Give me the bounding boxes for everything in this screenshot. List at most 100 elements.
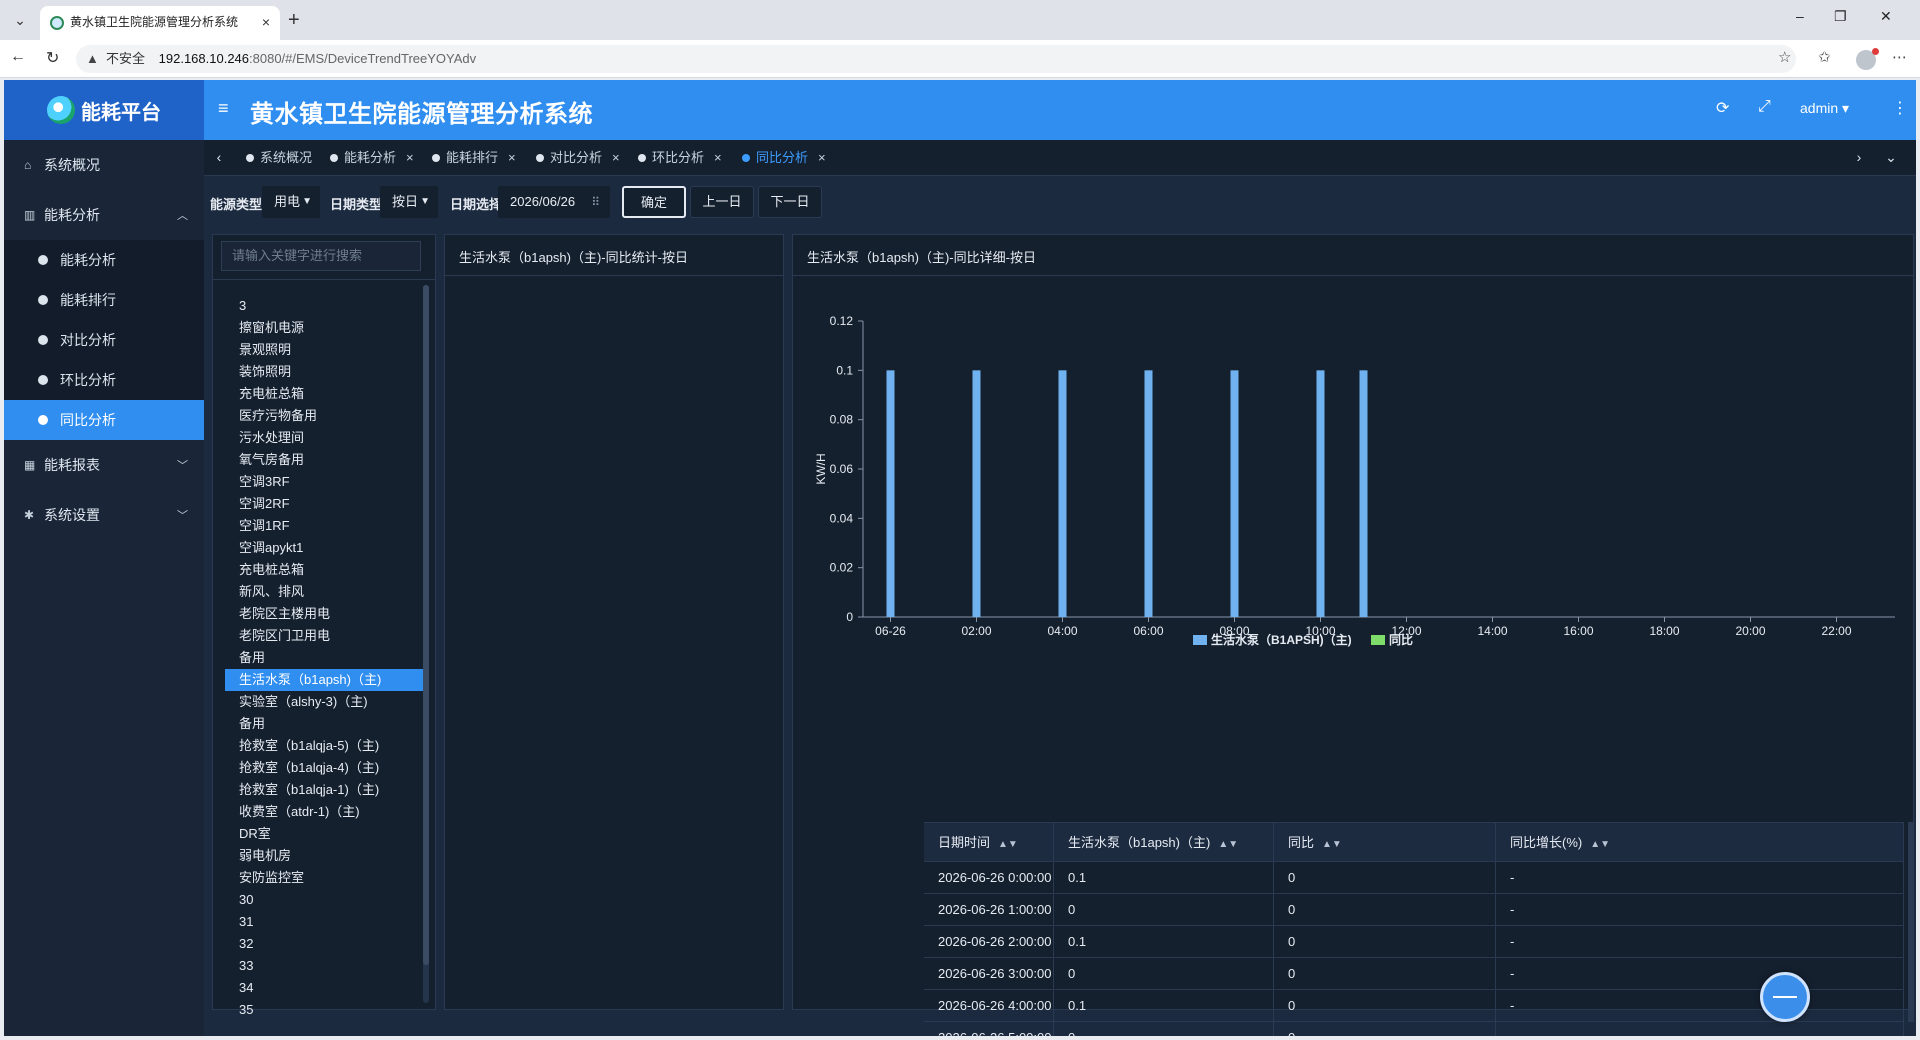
confirm-button[interactable]: 确定 <box>622 186 686 218</box>
reload-icon[interactable]: ↻ <box>46 48 59 68</box>
restore-icon[interactable]: ❐ <box>1834 8 1847 25</box>
bookmark-star-icon[interactable]: ☆ <box>1778 48 1791 66</box>
tree-item[interactable]: 充电桩总箱 <box>225 559 425 581</box>
tree-item[interactable]: 污水处理间 <box>225 427 425 449</box>
browser-tab[interactable]: 黄水镇卫生院能源管理分析系统 × <box>40 6 280 40</box>
close-icon[interactable]: × <box>406 150 414 165</box>
table-row[interactable]: 2026-06-26 3:00:00 0 0- <box>924 958 1904 990</box>
column-header[interactable]: 同比 ▲▼ <box>1274 823 1496 863</box>
tag-energy-analysis[interactable]: 能耗分析 × <box>320 140 414 175</box>
column-header[interactable]: 同比增长(%) ▲▼ <box>1496 823 1904 863</box>
tree-item[interactable]: 33 <box>225 955 425 977</box>
more-menu-icon[interactable]: ⋯ <box>1892 48 1907 66</box>
sidebar-item-reports[interactable]: ▦ 能耗报表 ﹀ <box>4 440 204 490</box>
sidebar-sub-ranking[interactable]: 能耗排行 <box>4 280 204 320</box>
tags-scroll-right-icon[interactable]: › <box>1844 140 1874 175</box>
tree-item[interactable]: 空调2RF <box>225 493 425 515</box>
next-day-button[interactable]: 下一日 <box>758 186 822 218</box>
close-icon[interactable]: × <box>714 150 722 165</box>
tree-item[interactable]: 景观照明 <box>225 339 425 361</box>
tree-scrollbar-thumb[interactable] <box>423 285 429 965</box>
back-icon[interactable]: ← <box>10 48 26 66</box>
tree-item[interactable]: 备用 <box>225 713 425 735</box>
close-icon[interactable]: × <box>508 150 516 165</box>
tags-dropdown-icon[interactable]: ⌄ <box>1876 140 1906 175</box>
date-picker[interactable]: 2026/06/26 ⠿ <box>498 186 610 218</box>
sidebar-sub-mom[interactable]: 环比分析 <box>4 360 204 400</box>
column-header[interactable]: 生活水泵（b1apsh)（主) ▲▼ <box>1054 823 1274 863</box>
sidebar-sub-compare[interactable]: 对比分析 <box>4 320 204 360</box>
table-row[interactable]: 2026-06-26 5:00:0000- <box>924 1022 1904 1036</box>
more-vertical-icon[interactable]: ⋮ <box>1892 98 1908 118</box>
close-icon[interactable]: × <box>818 150 826 165</box>
table-scrollbar[interactable] <box>1908 822 1914 1022</box>
tree-item[interactable]: 35 <box>225 999 425 1021</box>
table-row[interactable]: 2026-06-26 2:00:00 0.1 0- <box>924 926 1904 958</box>
minimize-icon[interactable]: – <box>1796 8 1804 24</box>
column-header-label: 同比 <box>1288 835 1315 850</box>
energy-type-select[interactable]: 用电 ▼ <box>262 186 320 218</box>
sidebar-item-overview[interactable]: ⌂ 系统概况 <box>4 140 204 190</box>
tree-item[interactable]: 32 <box>225 933 425 955</box>
prev-day-button[interactable]: 上一日 <box>690 186 754 218</box>
tag-compare[interactable]: 对比分析 × <box>526 140 620 175</box>
bar-11-00-series-0 <box>1359 370 1368 617</box>
tree-item[interactable]: 新风、排风 <box>225 581 425 603</box>
tag-ranking[interactable]: 能耗排行 × <box>422 140 516 175</box>
sidebar-item-settings[interactable]: ✱ 系统设置 ﹀ <box>4 490 204 540</box>
new-tab-button[interactable]: + <box>288 8 300 32</box>
tree-item[interactable]: 抢救室（b1alqja-4)（主) <box>225 757 425 779</box>
tab-search-icon[interactable]: ⌄ <box>6 8 34 32</box>
tree-item[interactable]: 抢救室（b1alqja-1)（主) <box>225 779 425 801</box>
tree-item[interactable]: 老院区主楼用电 <box>225 603 425 625</box>
tree-item[interactable]: 收费室（atdr-1)（主) <box>225 801 425 823</box>
table-row[interactable]: 2026-06-26 1:00:00 0 0- <box>924 894 1904 926</box>
tree-item[interactable]: 31 <box>225 911 425 933</box>
url-input[interactable]: ▲ 不安全 192.168.10.246:8080/#/EMS/DeviceTr… <box>76 45 1796 73</box>
tag-overview[interactable]: 系统概况 <box>236 140 312 175</box>
tree-item[interactable]: 充电桩总箱 <box>225 383 425 405</box>
tree-item[interactable]: 老院区门卫用电 <box>225 625 425 647</box>
window-close-icon[interactable]: ✕ <box>1880 8 1892 25</box>
sidebar-item-energy-analysis[interactable]: ▥ 能耗分析 ︿ <box>4 190 204 240</box>
tree-item[interactable]: 34 <box>225 977 425 999</box>
tree-item[interactable]: 擦窗机电源 <box>225 317 425 339</box>
tree-item[interactable]: 抢救室（b1alqja-5)（主) <box>225 735 425 757</box>
tree-item[interactable]: 装饰照明 <box>225 361 425 383</box>
tree-item[interactable]: 生活水泵（b1apsh)（主) <box>225 669 425 691</box>
tree-item[interactable]: 3 <box>225 295 425 317</box>
tree-item[interactable]: 安防监控室 <box>225 867 425 889</box>
user-menu[interactable]: admin ▾ <box>1800 100 1849 117</box>
sort-icon[interactable]: ▲▼ <box>1590 839 1610 850</box>
tree-item[interactable]: 30 <box>225 889 425 911</box>
tree-item[interactable]: 实验室（alshy-3)（主) <box>225 691 425 713</box>
tree-item[interactable]: 空调apykt1 <box>225 537 425 559</box>
sort-icon[interactable]: ▲▼ <box>1218 839 1238 850</box>
tag-mom[interactable]: 环比分析 × <box>628 140 722 175</box>
date-type-select[interactable]: 按日 ▼ <box>380 186 438 218</box>
tree-item[interactable]: 空调1RF <box>225 515 425 537</box>
tree-item[interactable]: 弱电机房 <box>225 845 425 867</box>
favorites-icon[interactable]: ✩ <box>1818 48 1831 66</box>
fullscreen-icon[interactable]: ⤢ <box>1758 98 1771 116</box>
tags-scroll-left-icon[interactable]: ‹ <box>204 140 234 175</box>
table-row[interactable]: 2026-06-26 0:00:00 0.1 0- <box>924 862 1904 894</box>
close-icon[interactable]: × <box>612 150 620 165</box>
tree-item[interactable]: 医疗污物备用 <box>225 405 425 427</box>
sidebar-sub-yoy[interactable]: 同比分析 <box>4 400 204 440</box>
tree-item[interactable]: 氧气房备用 <box>225 449 425 471</box>
tag-yoy[interactable]: 同比分析 × <box>732 140 826 175</box>
tree-item[interactable]: 空调3RF <box>225 471 425 493</box>
sort-icon[interactable]: ▲▼ <box>1322 839 1342 850</box>
tree-search-input[interactable]: 请输入关键字进行搜索 <box>221 241 421 271</box>
tree-item[interactable]: DR室 <box>225 823 425 845</box>
refresh-icon[interactable]: ⟳ <box>1716 98 1729 118</box>
sidebar-sub-energy-analysis[interactable]: 能耗分析 <box>4 240 204 280</box>
close-tab-icon[interactable]: × <box>262 6 270 38</box>
column-header[interactable]: 日期时间 ▲▼ <box>924 823 1054 863</box>
table-row[interactable]: 2026-06-26 4:00:00 0.1 0- <box>924 990 1904 1022</box>
float-action-button[interactable] <box>1760 972 1810 1022</box>
tree-item[interactable]: 备用 <box>225 647 425 669</box>
sort-icon[interactable]: ▲▼ <box>998 839 1018 850</box>
menu-toggle-icon[interactable]: ≡ <box>218 98 229 119</box>
